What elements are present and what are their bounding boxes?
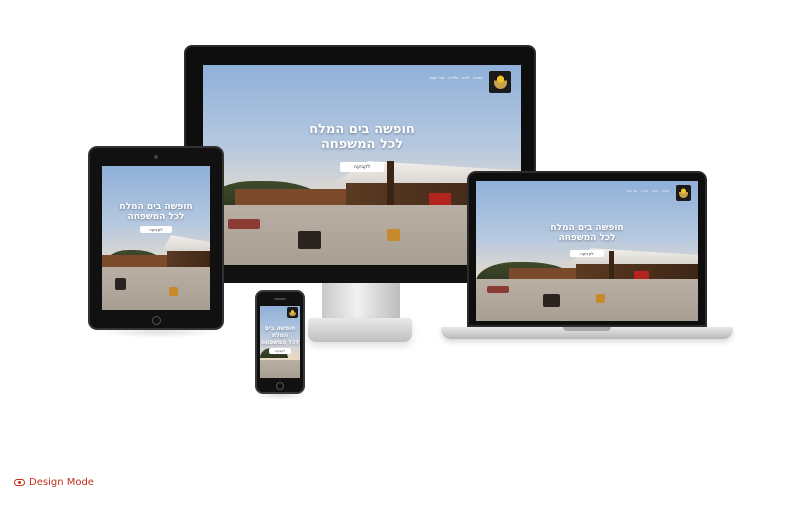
tablet-hero-line-1: חופשה בים המלח xyxy=(119,202,193,212)
laptop-notch xyxy=(563,327,611,331)
phone-hero-line-2: לכל המשפחה xyxy=(261,338,299,346)
tablet-device: חופשה בים המלח לכל המשפחה לקביעה xyxy=(88,146,224,330)
design-mode-link[interactable]: Design Mode xyxy=(14,477,94,488)
phone-site-screen[interactable]: חופשה בים המלח לכל המשפחה לקביעה xyxy=(260,306,300,378)
monitor-stand-foot xyxy=(308,318,412,342)
tablet-home-button xyxy=(152,316,161,325)
phone-hero-line-1: חופשה בים המלח xyxy=(264,325,296,340)
nav-item-contact[interactable]: צור קשר xyxy=(429,75,444,80)
hero-line-1: חופשה בים המלח xyxy=(309,122,415,137)
laptop-hero-cta-button[interactable]: לקביעה xyxy=(570,250,604,258)
phone-speaker xyxy=(274,298,286,300)
laptop-nav-item-contact[interactable]: צור קשר xyxy=(626,189,637,193)
laptop-site-nav: אודות לינה גלריה צור קשר xyxy=(626,189,669,193)
monitor-stand-neck xyxy=(322,283,400,319)
responsive-preview-stage: אודות לינה גלריה צור קשר חופשה בים המלח … xyxy=(0,0,800,506)
phone-device: חופשה בים המלח לכל המשפחה לקביעה xyxy=(255,290,305,394)
laptop-hero-line-1: חופשה בים המלח xyxy=(550,223,624,233)
phone-hero-cta-button[interactable]: לקביעה xyxy=(268,348,292,355)
laptop-nav-item-about[interactable]: אודות xyxy=(662,189,669,193)
tablet-site-screen[interactable]: חופשה בים המלח לכל המשפחה לקביעה xyxy=(102,166,210,310)
tablet-camera xyxy=(154,155,158,159)
laptop-site-logo[interactable] xyxy=(675,185,692,201)
design-mode-label: Design Mode xyxy=(29,477,94,488)
laptop-nav-item-lodging[interactable]: לינה xyxy=(652,189,658,193)
tablet-hero-heading: חופשה בים המלח לכל המשפחה לקביעה xyxy=(102,202,210,234)
laptop-site-screen[interactable]: אודות לינה גלריה צור קשר חופשה בים המלח … xyxy=(476,181,698,321)
laptop-device: אודות לינה גלריה צור קשר חופשה בים המלח … xyxy=(467,171,707,327)
tablet-hero-line-2: לכל המשפחה xyxy=(127,212,185,223)
phone-hero-heading: חופשה בים המלח לכל המשפחה לקביעה xyxy=(260,325,300,355)
tablet-hero-cta-button[interactable]: לקביעה xyxy=(140,225,172,233)
phone-site-logo[interactable] xyxy=(287,307,298,318)
hero-cta-button[interactable]: לקביעה xyxy=(339,162,385,173)
hero-line-2: לכל המשפחה xyxy=(320,136,404,152)
laptop-nav-item-gallery[interactable]: גלריה xyxy=(641,189,648,193)
nav-item-about[interactable]: אודות xyxy=(473,75,483,80)
laptop-hero-heading: חופשה בים המלח לכל המשפחה לקביעה xyxy=(476,223,698,258)
site-logo[interactable] xyxy=(489,71,512,94)
laptop-hero-line-2: לכל המשפחה xyxy=(558,233,616,244)
phone-home-button xyxy=(276,382,284,390)
eye-icon xyxy=(14,479,25,486)
nav-item-lodging[interactable]: לינה xyxy=(462,75,469,80)
site-nav: אודות לינה גלריה צור קשר xyxy=(429,75,483,80)
nav-item-gallery[interactable]: גלריה xyxy=(448,75,458,80)
hero-heading: חופשה בים המלח לכל המשפחה לקביעה xyxy=(203,122,521,173)
